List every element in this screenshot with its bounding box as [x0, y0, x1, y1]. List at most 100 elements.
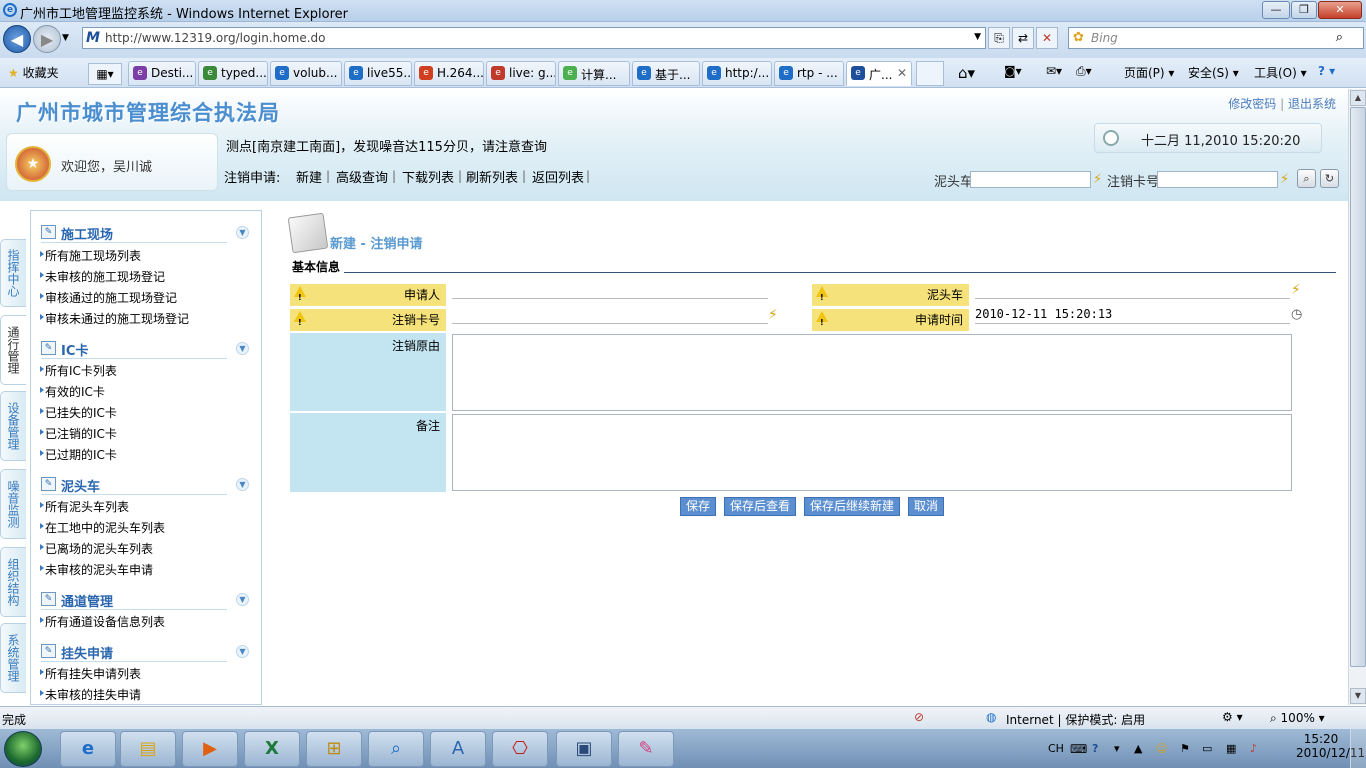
- scroll-thumb[interactable]: [1350, 107, 1366, 667]
- zoom-level[interactable]: ⌕ 100% ▾: [1270, 711, 1325, 726]
- vtab-device-management[interactable]: 设备管理: [0, 391, 26, 461]
- help-menu[interactable]: ? ▾: [1318, 64, 1335, 78]
- nav-link[interactable]: 未审核的挂失申请: [39, 686, 141, 703]
- taskbar-excel-icon[interactable]: X: [244, 731, 300, 767]
- tray-volume-icon[interactable]: ♪: [1250, 742, 1257, 755]
- scroll-down-icon[interactable]: ▼: [1350, 688, 1366, 704]
- tray-help-icon[interactable]: ?: [1092, 742, 1098, 755]
- nav-link[interactable]: 已离场的泥头车列表: [39, 540, 153, 557]
- safety-menu[interactable]: 安全(S) ▾: [1188, 64, 1239, 81]
- nav-link[interactable]: 所有通道设备信息列表: [39, 613, 165, 630]
- address-bar[interactable]: M http://www.12319.org/login.home.do ▼: [82, 27, 986, 49]
- addons-icon[interactable]: ⚙ ▾: [1222, 710, 1243, 724]
- nav-group-ic-card[interactable]: ✎ IC卡 ▼: [41, 339, 249, 359]
- search-icon[interactable]: ⌕: [1336, 30, 1343, 45]
- taskbar-paint-icon[interactable]: ✎: [618, 731, 674, 767]
- tray-flag-icon[interactable]: ⚑: [1180, 742, 1190, 755]
- nav-group-loss-report[interactable]: ✎ 挂失申请 ▼: [41, 642, 249, 662]
- nav-link[interactable]: 审核通过的施工现场登记: [39, 289, 177, 306]
- vtab-access-management[interactable]: 通行管理: [0, 315, 26, 385]
- taskbar-ie-icon[interactable]: e: [60, 731, 116, 767]
- menu-return-list[interactable]: 返回列表: [532, 167, 584, 186]
- favorites-button[interactable]: ★ 收藏夹: [8, 64, 59, 81]
- reason-textarea[interactable]: [452, 334, 1292, 411]
- nav-group-channels[interactable]: ✎ 通道管理 ▼: [41, 590, 249, 610]
- taskbar-media-icon[interactable]: ▶: [182, 731, 238, 767]
- vtab-noise-monitoring[interactable]: 噪音监测: [0, 469, 26, 539]
- menu-advanced-search[interactable]: 高级查询: [336, 167, 388, 186]
- save-and-new-button[interactable]: 保存后继续新建: [804, 497, 900, 516]
- page-menu[interactable]: 页面(P) ▾: [1124, 64, 1174, 81]
- tray-language[interactable]: CH: [1048, 742, 1064, 755]
- menu-refresh-list[interactable]: 刷新列表: [466, 167, 518, 186]
- forward-button[interactable]: ▶: [33, 25, 61, 53]
- stop-icon[interactable]: ✕: [1036, 27, 1058, 49]
- new-tab-button[interactable]: [916, 61, 944, 86]
- card-select-icon[interactable]: ⚡: [768, 307, 778, 323]
- vtab-organization[interactable]: 组织结构: [0, 547, 26, 617]
- tray-keyboard-icon[interactable]: ⌨: [1070, 742, 1087, 756]
- popup-blocked-icon[interactable]: ⊘: [914, 710, 924, 724]
- tray-options-icon[interactable]: ▾: [1114, 742, 1120, 755]
- logout-link[interactable]: 退出系统: [1288, 97, 1336, 111]
- nav-link[interactable]: 已注销的IC卡: [40, 425, 117, 442]
- browser-tab[interactable]: e H.264...: [414, 61, 484, 86]
- address-dropdown-icon[interactable]: ▼: [974, 32, 981, 42]
- address-url[interactable]: http://www.12319.org/login.home.do: [105, 31, 325, 45]
- nav-link[interactable]: 所有泥头车列表: [39, 498, 129, 515]
- truck-select-icon[interactable]: ⚡: [1291, 282, 1301, 298]
- scroll-up-icon[interactable]: ▲: [1350, 90, 1366, 106]
- taskbar-search-icon[interactable]: ⌕: [368, 731, 424, 767]
- browser-tab[interactable]: e http:/...: [702, 61, 772, 86]
- change-password-link[interactable]: 修改密码: [1228, 97, 1276, 111]
- tray-device-icon[interactable]: ▭: [1202, 742, 1212, 755]
- search-button[interactable]: ⌕: [1297, 169, 1316, 188]
- chevron-down-icon[interactable]: ▼: [236, 593, 249, 606]
- search-truck-input[interactable]: [970, 171, 1091, 188]
- browser-tab[interactable]: e 计算...: [558, 61, 630, 86]
- browser-tab[interactable]: e Desti...: [128, 61, 196, 86]
- card-field[interactable]: [452, 304, 768, 324]
- search-box[interactable]: ✿ Bing ⌕: [1068, 27, 1364, 49]
- save-and-view-button[interactable]: 保存后查看: [724, 497, 796, 516]
- tray-show-hidden-icon[interactable]: ▲: [1134, 742, 1142, 755]
- nav-link[interactable]: 审核未通过的施工现场登记: [39, 310, 189, 327]
- nav-link[interactable]: 未审核的泥头车申请: [39, 561, 153, 578]
- browser-tab[interactable]: e live55...: [344, 61, 412, 86]
- nav-link[interactable]: 未审核的施工现场登记: [39, 268, 165, 285]
- search-placeholder[interactable]: Bing: [1091, 31, 1118, 45]
- chevron-down-icon[interactable]: ▼: [236, 226, 249, 239]
- compat-view-icon[interactable]: ⎘: [988, 27, 1010, 49]
- tray-clock[interactable]: 15:20 2010/12/11: [1296, 732, 1365, 760]
- nav-group-sites[interactable]: ✎ 施工现场 ▼: [41, 223, 249, 243]
- browser-tab[interactable]: e 基于...: [632, 61, 700, 86]
- nav-link[interactable]: 已挂失的IC卡: [40, 404, 117, 421]
- applicant-field[interactable]: [452, 279, 768, 299]
- tray-network-icon[interactable]: ▦: [1226, 742, 1236, 755]
- clock-picker-icon[interactable]: ◷: [1291, 307, 1302, 322]
- quick-tabs-icon[interactable]: ▦▾: [88, 63, 122, 85]
- nav-link[interactable]: 所有IC卡列表: [40, 362, 117, 379]
- truck-field[interactable]: [975, 279, 1290, 299]
- vtab-system-management[interactable]: 系统管理: [0, 623, 26, 693]
- menu-new[interactable]: 新建: [296, 167, 322, 186]
- vtab-command-center[interactable]: 指挥中心: [0, 239, 26, 307]
- tray-qq-icon[interactable]: ☺: [1156, 742, 1167, 755]
- close-button[interactable]: ✕: [1318, 1, 1362, 19]
- tab-close-icon[interactable]: ✕: [897, 66, 907, 80]
- minimize-button[interactable]: —: [1262, 1, 1290, 19]
- save-button[interactable]: 保存: [680, 497, 716, 516]
- card-lookup-icon[interactable]: ⚡: [1280, 172, 1296, 188]
- home-icon[interactable]: ⌂▾: [958, 64, 975, 82]
- taskbar-word-icon[interactable]: A: [430, 731, 486, 767]
- nav-group-trucks[interactable]: ✎ 泥头车 ▼: [41, 475, 249, 495]
- back-button[interactable]: ◀: [3, 25, 31, 53]
- cancel-button[interactable]: 取消: [908, 497, 944, 516]
- nav-link[interactable]: 有效的IC卡: [40, 383, 105, 400]
- tools-menu[interactable]: 工具(O) ▾: [1254, 64, 1307, 81]
- browser-tab[interactable]: e typed...: [198, 61, 268, 86]
- taskbar-explorer-icon[interactable]: ▤: [120, 731, 176, 767]
- taskbar-remote-icon[interactable]: ▣: [556, 731, 612, 767]
- feeds-icon[interactable]: ◙▾: [1004, 64, 1022, 78]
- browser-tab[interactable]: e 广... ✕: [846, 61, 912, 86]
